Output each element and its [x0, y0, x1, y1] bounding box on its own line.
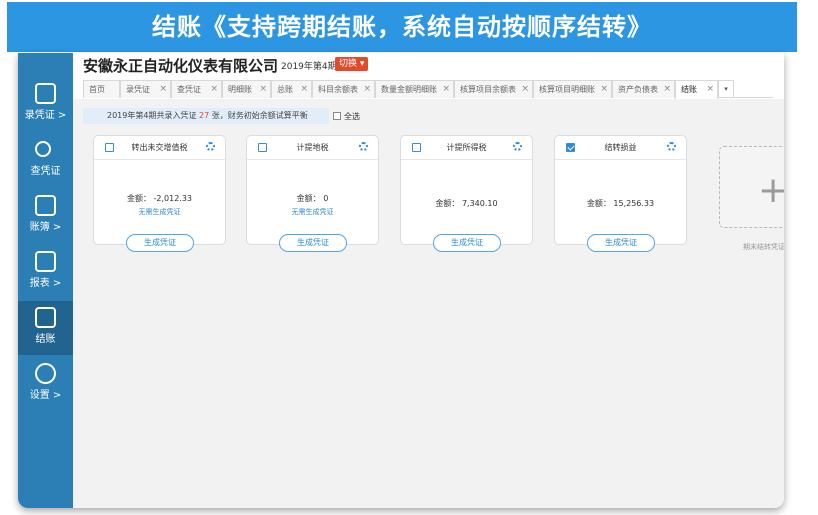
sidebar-item-label: 录凭证	[24, 110, 55, 121]
tab-more-dropdown[interactable]: ▾	[718, 80, 734, 98]
tab-voucher-query[interactable]: 查凭证 ×	[171, 80, 222, 98]
close-icon[interactable]: ×	[706, 81, 714, 98]
sidebar-item-label: 设置	[29, 390, 50, 401]
sidebar-item-settings[interactable]: 设置 >	[18, 357, 73, 411]
company-name: 安徽永正自动化仪表有限公司	[83, 57, 279, 75]
generate-voucher-button[interactable]: 生成凭证	[126, 234, 194, 252]
tab-label: 数量金额明细账	[381, 85, 437, 94]
summary-suffix: 张，财务初始余额试算平衡	[211, 111, 308, 120]
tab-voucher-entry[interactable]: 录凭证 ×	[120, 80, 171, 98]
card-amount: 金额： -2,012.33	[126, 194, 193, 203]
voucher-summary: 2019年第4期共录入凭证 27 张，财务初始余额试算平衡	[83, 108, 329, 124]
close-icon[interactable]: ×	[300, 81, 308, 98]
sidebar-item-closing[interactable]: 结账	[18, 301, 73, 355]
summary-prefix: 2019年第4期共录入凭证	[107, 111, 197, 120]
close-icon[interactable]: ×	[259, 81, 267, 98]
no-voucher-note: 无需生成凭证	[291, 208, 334, 216]
switch-period-button[interactable]: 切换 ▾	[335, 57, 369, 71]
tab-general-ledger[interactable]: 总账 ×	[271, 80, 312, 98]
yen-icon	[35, 195, 56, 216]
period-label: 2019年第4期	[281, 62, 337, 72]
generate-voucher-button[interactable]: 生成凭证	[587, 234, 655, 252]
main-panel: 安徽永正自动化仪表有限公司 2019年第4期 切换 ▾ 首页 录凭证 × 查凭证 ×…	[73, 53, 784, 508]
gear-icon[interactable]	[513, 142, 522, 151]
closing-card-vat: 转出未交增值税 金额： -2,012.33 无需生成凭证 生成凭证	[93, 135, 226, 252]
close-icon[interactable]: ×	[521, 81, 529, 98]
close-icon[interactable]: ×	[600, 81, 608, 98]
checkbox-icon	[333, 112, 341, 120]
gear-icon[interactable]	[206, 142, 215, 151]
no-voucher-note: 无需生成凭证	[138, 208, 181, 216]
gear-icon[interactable]	[359, 142, 368, 151]
tab-label: 结账	[681, 85, 697, 94]
search-icon	[35, 141, 51, 157]
card-amount: 金额： 0	[296, 194, 329, 203]
tab-item-balance[interactable]: 核算项目余额表 ×	[454, 80, 533, 98]
sidebar-item-voucher-entry[interactable]: 录凭证 >	[18, 77, 73, 131]
chevron-right-icon: >	[52, 278, 62, 289]
chevron-right-icon: >	[52, 390, 62, 401]
sidebar-item-voucher-query[interactable]: 查凭证	[18, 133, 73, 187]
tab-label: 科目余额表	[318, 85, 358, 94]
tab-home[interactable]: 首页	[83, 80, 120, 98]
gear-icon	[35, 363, 56, 384]
sidebar-item-label: 账簿	[29, 222, 50, 233]
generate-voucher-button[interactable]: 生成凭证	[279, 234, 347, 252]
tab-label: 查凭证	[177, 85, 201, 94]
voucher-count: 27	[199, 111, 210, 120]
tab-bar: 首页 录凭证 × 查凭证 × 明细账 × 总账 × 科目余额表 × 数量金额明细账 × 核算…	[83, 80, 773, 99]
tab-label: 录凭证	[126, 85, 150, 94]
select-all-label: 全选	[344, 112, 360, 121]
card-amount: 金额： 7,340.10	[435, 199, 498, 208]
plus-icon: +	[758, 170, 784, 211]
banner-title: 结账《支持跨期结账，系统自动按顺序结转》	[7, 2, 797, 52]
calendar-icon	[35, 83, 56, 104]
sidebar-item-label: 结账	[35, 334, 56, 345]
list-icon	[35, 251, 56, 272]
tab-balance-sheet[interactable]: 资产负债表 ×	[612, 80, 675, 98]
tab-label: 资产负债表	[618, 85, 658, 94]
tab-label: 明细账	[228, 85, 252, 94]
close-icon[interactable]: ×	[442, 81, 450, 98]
generate-voucher-button[interactable]: 生成凭证	[433, 234, 501, 252]
tab-closing[interactable]: 结账 ×	[675, 80, 718, 99]
tab-label: 总账	[277, 85, 293, 94]
add-closing-voucher-button[interactable]: +	[719, 146, 784, 228]
tab-detail-ledger[interactable]: 明细账 ×	[222, 80, 271, 98]
close-icon[interactable]: ×	[363, 81, 371, 98]
closing-card-income-tax: 计提所得税 金额： 7,340.10 生成凭证	[400, 135, 533, 252]
tab-label: 核算项目明细账	[539, 85, 595, 94]
sidebar-item-ledger[interactable]: 账簿 >	[18, 189, 73, 243]
tab-label: 首页	[89, 85, 105, 94]
sidebar-item-label: 报表	[29, 278, 50, 289]
closing-content: 2019年第4期共录入凭证 27 张，财务初始余额试算平衡 全选 转出未交增值税…	[73, 99, 784, 508]
sidebar: 录凭证 > 查凭证 账簿 > 报表 > 结账 设置 >	[18, 53, 73, 508]
tab-account-balance[interactable]: 科目余额表 ×	[312, 80, 375, 98]
close-icon[interactable]: ×	[159, 81, 167, 98]
sidebar-item-reports[interactable]: 报表 >	[18, 245, 73, 299]
chevron-right-icon: >	[57, 110, 67, 121]
gear-icon[interactable]	[667, 142, 676, 151]
closing-card-local-tax: 计提地税 金额： 0 无需生成凭证 生成凭证	[246, 135, 379, 252]
close-icon[interactable]: ×	[663, 81, 671, 98]
card-amount: 金额： 15,256.33	[586, 199, 655, 208]
closing-card-profit-loss: 结转损益 金额： 15,256.33 生成凭证	[554, 135, 687, 252]
tab-label: 核算项目余额表	[460, 85, 516, 94]
add-card-label: 期末结转凭证	[743, 243, 784, 251]
tab-quantity-detail[interactable]: 数量金额明细账 ×	[375, 80, 454, 98]
chevron-right-icon: >	[52, 222, 62, 233]
select-all-checkbox[interactable]: 全选	[333, 111, 360, 122]
checkmark-icon	[35, 307, 56, 328]
close-icon[interactable]: ×	[210, 81, 218, 98]
app-window: 录凭证 > 查凭证 账簿 > 报表 > 结账 设置 > 安徽永正自动化仪表有限公…	[18, 53, 784, 508]
tab-item-detail[interactable]: 核算项目明细账 ×	[533, 80, 612, 98]
sidebar-item-label: 查凭证	[30, 166, 61, 177]
